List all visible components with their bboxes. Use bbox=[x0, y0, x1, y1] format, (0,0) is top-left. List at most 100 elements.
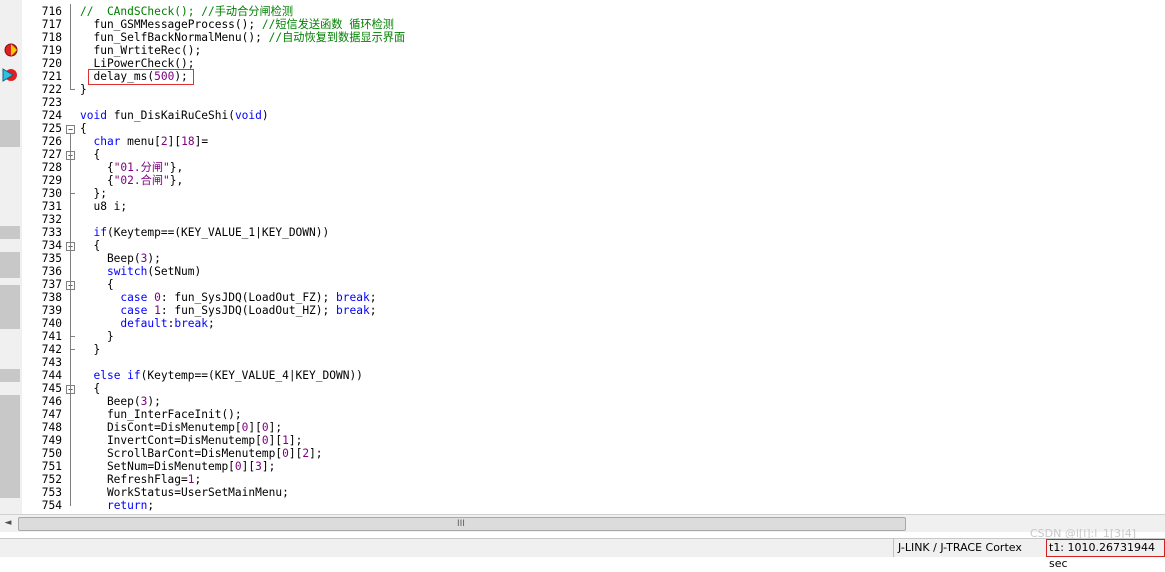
code-line[interactable]: char menu[2][18]= bbox=[80, 135, 208, 148]
code-line[interactable]: } bbox=[80, 330, 114, 343]
line-number: 754 bbox=[41, 499, 62, 512]
fold-margin[interactable]: −−−−− bbox=[64, 0, 78, 514]
code-line[interactable]: default:break; bbox=[80, 317, 215, 330]
code-token: ][ bbox=[241, 460, 256, 473]
line-number: 727 bbox=[41, 148, 62, 161]
line-number: 734 bbox=[41, 239, 62, 252]
code-line[interactable]: u8 i; bbox=[80, 200, 127, 213]
code-token: : fun_SysJDQ(LoadOut_FZ); bbox=[160, 291, 336, 304]
code-line[interactable]: { bbox=[80, 122, 87, 135]
code-line[interactable]: void fun_DisKaiRuCeShi(void) bbox=[80, 109, 269, 122]
fold-end-marker bbox=[70, 193, 75, 194]
horizontal-scrollbar[interactable]: ◄ III bbox=[0, 514, 1165, 532]
breakpoint-icon[interactable] bbox=[4, 43, 18, 57]
line-number: 717 bbox=[41, 18, 62, 31]
debug-target-label: J-LINK / J-TRACE Cortex bbox=[893, 539, 1022, 557]
code-line[interactable]: Beep(3); bbox=[80, 395, 161, 408]
code-line[interactable]: {"02.合闸"}, bbox=[80, 174, 183, 187]
line-number: 737 bbox=[41, 278, 62, 291]
line-number: 726 bbox=[41, 135, 62, 148]
code-line[interactable]: } bbox=[80, 343, 100, 356]
code-line[interactable]: fun_SelfBackNormalMenu(); //自动恢复到数据显示界面 bbox=[80, 31, 405, 44]
code-line[interactable]: if(Keytemp==(KEY_VALUE_1|KEY_DOWN)) bbox=[80, 226, 329, 239]
code-line[interactable]: // CAndSCheck(); //手动合分闸检测 bbox=[80, 5, 293, 18]
line-number: 724 bbox=[41, 109, 62, 122]
code-token: ; bbox=[194, 473, 202, 486]
code-line[interactable]: fun_WrtiteRec(); bbox=[80, 44, 201, 57]
line-number: 741 bbox=[41, 330, 62, 343]
code-token: // CAndSCheck(); //手动合分闸检测 bbox=[80, 5, 294, 18]
line-number: 752 bbox=[41, 473, 62, 486]
scroll-thumb[interactable]: III bbox=[18, 517, 906, 531]
code-line[interactable]: { bbox=[80, 278, 114, 291]
code-line[interactable]: DisCont=DisMenutemp[0][0]; bbox=[80, 421, 282, 434]
line-number: 750 bbox=[41, 447, 62, 460]
code-token: break bbox=[336, 291, 370, 304]
time-readout: t1: 1010.26731944 sec bbox=[1046, 539, 1165, 570]
code-line[interactable]: else if(Keytemp==(KEY_VALUE_4|KEY_DOWN)) bbox=[80, 369, 363, 382]
code-token: if bbox=[93, 226, 107, 239]
code-token: 3 bbox=[255, 460, 262, 473]
line-number: 735 bbox=[41, 252, 62, 265]
code-token: menu[ bbox=[120, 135, 161, 148]
code-token: else if bbox=[93, 369, 141, 382]
code-token: 1 bbox=[154, 304, 161, 317]
code-token: ; bbox=[369, 304, 377, 317]
code-token: ]; bbox=[288, 434, 303, 447]
gutter-marker bbox=[0, 252, 20, 278]
line-number: 736 bbox=[41, 265, 62, 278]
code-token: "02.合闸" bbox=[113, 174, 170, 187]
fold-toggle-icon[interactable]: − bbox=[66, 125, 75, 134]
code-line[interactable]: InvertCont=DisMenutemp[0][1]; bbox=[80, 434, 302, 447]
line-number: 720 bbox=[41, 57, 62, 70]
code-line[interactable]: Beep(3); bbox=[80, 252, 161, 265]
code-line[interactable]: switch(SetNum) bbox=[80, 265, 201, 278]
fold-end-marker bbox=[70, 336, 75, 337]
code-token: 18 bbox=[181, 135, 195, 148]
code-token: ][ bbox=[248, 421, 262, 434]
scroll-left-icon[interactable]: ◄ bbox=[2, 517, 14, 530]
line-number: 749 bbox=[41, 434, 62, 447]
line-number: 753 bbox=[41, 486, 62, 499]
line-number: 733 bbox=[41, 226, 62, 239]
code-line[interactable]: fun_GSMMessageProcess(); //短信发送函数 循环检测 bbox=[80, 18, 393, 31]
code-line[interactable]: RefreshFlag=1; bbox=[80, 473, 201, 486]
code-token: fun_DisKaiRuCeShi( bbox=[106, 109, 235, 122]
line-number: 739 bbox=[41, 304, 62, 317]
code-token: fun_InterFaceInit(); bbox=[80, 408, 242, 421]
code-line[interactable]: { bbox=[80, 148, 100, 161]
code-line[interactable]: return; bbox=[80, 499, 154, 512]
code-token: ][ bbox=[268, 434, 283, 447]
scroll-grip-icon: III bbox=[457, 519, 465, 529]
code-line[interactable]: WorkStatus=UserSetMainMenu; bbox=[80, 486, 289, 499]
code-line[interactable]: { bbox=[80, 382, 100, 395]
code-token: (Keytemp==(KEY_VALUE_4|KEY_DOWN)) bbox=[140, 369, 363, 382]
line-number: 740 bbox=[41, 317, 62, 330]
gutter-marker bbox=[0, 120, 20, 147]
code-token: 1 bbox=[282, 434, 289, 447]
code-token: char bbox=[93, 135, 121, 148]
code-editor[interactable]: // CAndSCheck(); //手动合分闸检测 fun_GSMMessag… bbox=[80, 0, 1160, 514]
breakpoint-gutter[interactable] bbox=[0, 0, 23, 514]
code-token: } bbox=[80, 343, 101, 356]
code-token: ]; bbox=[268, 421, 283, 434]
code-token: void bbox=[80, 109, 107, 122]
line-number: 745 bbox=[41, 382, 62, 395]
code-line[interactable]: } bbox=[80, 83, 87, 96]
code-token: SetNum=DisMenutemp[ bbox=[80, 460, 235, 473]
code-line[interactable]: case 0: fun_SysJDQ(LoadOut_FZ); break; bbox=[80, 291, 376, 304]
code-line[interactable]: {"01.分闸"}, bbox=[80, 161, 183, 174]
code-token: ); bbox=[147, 252, 161, 265]
code-line[interactable]: }; bbox=[80, 187, 106, 200]
code-line[interactable]: fun_InterFaceInit(); bbox=[80, 408, 242, 421]
code-line[interactable]: case 1: fun_SysJDQ(LoadOut_HZ); break; bbox=[80, 304, 376, 317]
code-line[interactable]: { bbox=[80, 239, 100, 252]
code-token: ; bbox=[208, 317, 215, 330]
code-line[interactable]: ScrollBarCont=DisMenutemp[0][2]; bbox=[80, 447, 323, 460]
line-number: 730 bbox=[41, 187, 62, 200]
code-token: ) bbox=[261, 109, 269, 122]
code-line[interactable]: SetNum=DisMenutemp[0][3]; bbox=[80, 460, 275, 473]
line-number: 748 bbox=[41, 421, 62, 434]
